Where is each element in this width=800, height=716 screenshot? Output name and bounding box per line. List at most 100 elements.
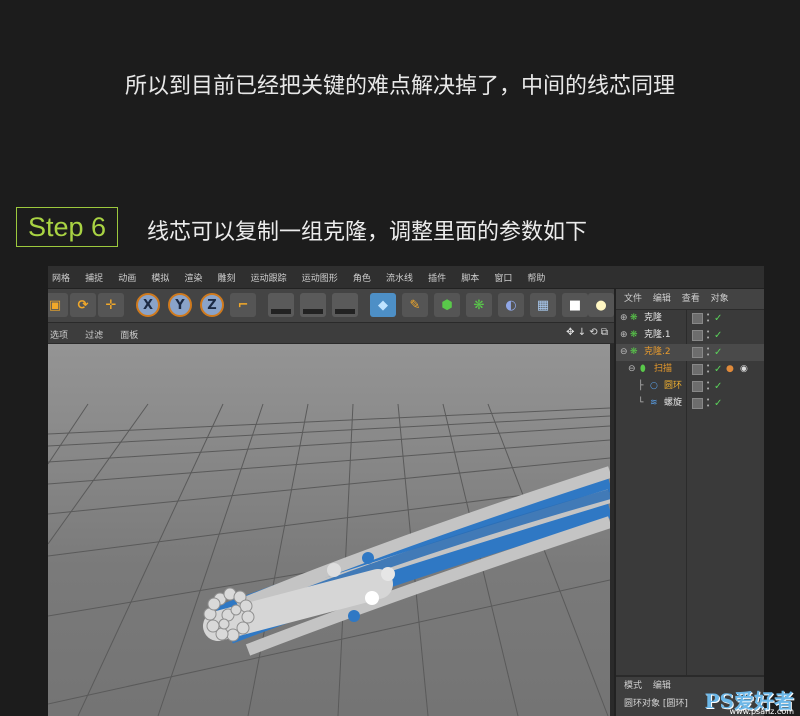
- menu-help[interactable]: 帮助: [527, 268, 545, 290]
- rotate-tool-icon[interactable]: ⟳: [70, 293, 96, 317]
- object-row-cloner-1[interactable]: ⊕ ❋ 克隆.1 • • ✓: [616, 327, 764, 344]
- cube-object-icon[interactable]: ◆: [370, 293, 396, 317]
- collapse-icon[interactable]: ⊖: [628, 361, 636, 378]
- hierarchy-line: └: [638, 398, 644, 408]
- y-axis-button[interactable]: Y: [168, 293, 192, 317]
- cloner-object-icon: ❋: [630, 313, 638, 323]
- menu-pipeline[interactable]: 流水线: [386, 268, 413, 290]
- cinema4d-window: 网格 捕捉 动画 模拟 渲染 雕刻 运动跟踪 运动图形 角色 流水线 插件 脚本…: [48, 266, 764, 716]
- object-name: 克隆.1: [644, 330, 671, 340]
- viewport-filter[interactable]: 过滤: [85, 331, 103, 341]
- om-tab-view[interactable]: 查看: [682, 294, 700, 304]
- enabled-check-icon[interactable]: ✓: [714, 361, 722, 378]
- material-tag-icon[interactable]: ◉: [740, 361, 748, 378]
- hierarchy-line: ├: [638, 381, 644, 391]
- collapse-icon[interactable]: ⊖: [620, 344, 628, 361]
- layer-toggle[interactable]: [692, 313, 703, 324]
- menu-mograph[interactable]: 运动图形: [302, 268, 338, 290]
- circle-spline-icon: ○: [650, 381, 658, 391]
- object-row-sweep[interactable]: ⊖ ⬮ 扫描 • • ✓ ● ◉: [616, 361, 764, 378]
- menu-window[interactable]: 窗口: [494, 268, 512, 290]
- viewport-options[interactable]: 选项: [50, 331, 68, 341]
- visibility-dots[interactable]: • •: [706, 329, 710, 342]
- object-name: 圆环: [664, 381, 683, 391]
- coordinate-system-icon[interactable]: ⌐: [230, 293, 256, 317]
- menu-mesh[interactable]: 网格: [52, 268, 70, 290]
- object-manager-tabs: 文件 编辑 查看 对象: [616, 289, 764, 310]
- expand-icon[interactable]: ⊕: [620, 310, 628, 327]
- render-picture-viewer-icon[interactable]: [300, 293, 326, 317]
- render-view-icon[interactable]: [268, 293, 294, 317]
- enabled-check-icon[interactable]: ✓: [714, 344, 722, 361]
- step-description: 线芯可以复制一组克隆，调整里面的参数如下: [147, 220, 588, 245]
- floor-grid: [48, 403, 611, 716]
- sweep-object-icon: ⬮: [640, 364, 646, 374]
- object-name: 扫描: [654, 364, 673, 374]
- viewport-menu: 选项 过滤 面板 ✥ ↓ ⟲ ⧉: [48, 323, 614, 344]
- object-row-circle[interactable]: ├ ○ 圆环 • • ✓: [616, 378, 764, 395]
- attr-tab-mode[interactable]: 模式: [624, 681, 642, 691]
- z-axis-button[interactable]: Z: [200, 293, 224, 317]
- visibility-dots[interactable]: • •: [706, 312, 710, 325]
- watermark-url: www.psahz.com: [729, 707, 794, 716]
- move-tool-icon[interactable]: ✛: [98, 293, 124, 317]
- subdivision-surface-icon[interactable]: ⬢: [434, 293, 460, 317]
- layer-toggle[interactable]: [692, 347, 703, 358]
- enabled-check-icon[interactable]: ✓: [714, 378, 722, 395]
- deformer-icon[interactable]: ◐: [498, 293, 524, 317]
- cloner-icon[interactable]: ❋: [466, 293, 492, 317]
- menu-animate[interactable]: 动画: [118, 268, 136, 290]
- pen-tool-icon[interactable]: ✎: [402, 293, 428, 317]
- visibility-dots[interactable]: • •: [706, 363, 710, 376]
- floor-object-icon[interactable]: ▦: [530, 293, 556, 317]
- om-tab-edit[interactable]: 编辑: [653, 294, 671, 304]
- menu-plugins[interactable]: 插件: [428, 268, 446, 290]
- visibility-dots[interactable]: • •: [706, 397, 710, 410]
- light-icon[interactable]: ●: [588, 293, 614, 317]
- tag-phong-icon[interactable]: ●: [726, 361, 734, 378]
- menu-render[interactable]: 渲染: [184, 268, 202, 290]
- watermark-logo: PS爱好者 www.psahz.com: [705, 685, 794, 716]
- viewport-panel[interactable]: 面板: [120, 331, 138, 341]
- menu-simulate[interactable]: 模拟: [151, 268, 169, 290]
- object-name: 克隆.2: [644, 347, 671, 357]
- object-row-cloner-2[interactable]: ⊖ ❋ 克隆.2 • • ✓: [616, 344, 764, 361]
- main-toolbar: ▣ ⟳ ✛ X Y Z ⌐ ◆ ✎ ⬢ ❋ ◐ ▦ ■ ●: [48, 289, 614, 323]
- object-row-cloner[interactable]: ⊕ ❋ 克隆 • • ✓: [616, 310, 764, 327]
- x-axis-button[interactable]: X: [136, 293, 160, 317]
- step-badge: Step 6: [16, 207, 118, 247]
- enabled-check-icon[interactable]: ✓: [714, 327, 722, 344]
- om-tab-object[interactable]: 对象: [711, 294, 729, 304]
- render-settings-icon[interactable]: [332, 293, 358, 317]
- cloner-object-icon: ❋: [630, 347, 638, 357]
- menu-motion-tracking[interactable]: 运动跟踪: [251, 268, 287, 290]
- viewport-scene: [48, 403, 613, 716]
- camera-icon[interactable]: ■: [562, 293, 588, 317]
- menu-sculpt[interactable]: 雕刻: [218, 268, 236, 290]
- expand-icon[interactable]: ⊕: [620, 327, 628, 344]
- layer-toggle[interactable]: [692, 364, 703, 375]
- menu-script[interactable]: 脚本: [461, 268, 479, 290]
- scale-tool-icon[interactable]: ▣: [48, 293, 68, 317]
- enabled-check-icon[interactable]: ✓: [714, 310, 722, 327]
- layer-toggle[interactable]: [692, 398, 703, 409]
- visibility-dots[interactable]: • •: [706, 346, 710, 359]
- cloner-object-icon: ❋: [630, 330, 638, 340]
- object-name: 克隆: [644, 313, 663, 323]
- menu-character[interactable]: 角色: [353, 268, 371, 290]
- menu-snap[interactable]: 捕捉: [85, 268, 103, 290]
- visibility-dots[interactable]: • •: [706, 380, 710, 393]
- object-name: 螺旋: [664, 398, 683, 408]
- 3d-viewport[interactable]: [48, 344, 614, 716]
- layer-toggle[interactable]: [692, 330, 703, 341]
- enabled-check-icon[interactable]: ✓: [714, 395, 722, 412]
- menu-bar: 网格 捕捉 动画 模拟 渲染 雕刻 运动跟踪 运动图形 角色 流水线 插件 脚本…: [48, 266, 764, 289]
- viewport-nav-icons[interactable]: ✥ ↓ ⟲ ⧉: [566, 323, 608, 343]
- helix-spline-icon: ≋: [650, 398, 658, 408]
- object-row-helix[interactable]: └ ≋ 螺旋 • • ✓: [616, 395, 764, 412]
- om-tab-file[interactable]: 文件: [624, 294, 642, 304]
- layer-toggle[interactable]: [692, 381, 703, 392]
- intro-text: 所以到目前已经把关键的难点解决掉了，中间的线芯同理: [124, 74, 675, 99]
- attr-tab-edit[interactable]: 编辑: [653, 681, 671, 691]
- object-manager: 文件 编辑 查看 对象 ⊕ ❋ 克隆 • • ✓ ⊕ ❋ 克隆.1 • • ✓ ⊖ …: [614, 289, 764, 716]
